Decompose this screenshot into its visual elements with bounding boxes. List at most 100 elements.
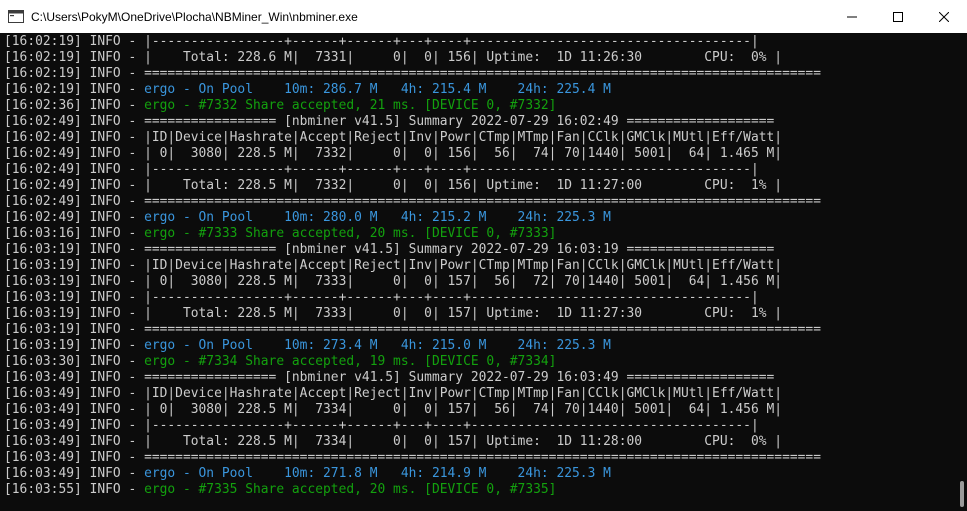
log-message: ========================================… [144, 450, 821, 465]
log-prefix: [16:03:55] INFO - [4, 482, 145, 497]
log-message: ergo - #7334 Share accepted, 19 ms. [DEV… [144, 354, 557, 369]
log-prefix: [16:03:49] INFO - [4, 466, 145, 481]
log-prefix: [16:02:49] INFO - [4, 194, 145, 209]
console-line: [16:03:49] INFO - |ID|Device|Hashrate|Ac… [4, 386, 954, 402]
console-window-icon [8, 10, 24, 23]
log-message: |-----------------+------+------+---+---… [144, 418, 759, 433]
window-title: C:\Users\PokyM\OneDrive\Plocha\NBMiner_W… [31, 9, 358, 24]
log-message: | 0| 3080| 228.5 M| 7334| 0| 0| 157| 56|… [144, 402, 783, 417]
log-message: ergo - On Pool 10m: 273.4 M 4h: 215.0 M … [144, 338, 611, 353]
log-prefix: [16:03:49] INFO - [4, 418, 145, 433]
log-message: |ID|Device|Hashrate|Accept|Reject|Inv|Po… [144, 258, 783, 273]
log-message: | Total: 228.6 M| 7331| 0| 0| 156| Uptim… [144, 50, 783, 65]
log-message: ========================================… [144, 322, 821, 337]
log-prefix: [16:02:36] INFO - [4, 98, 145, 113]
log-prefix: [16:02:19] INFO - [4, 34, 145, 49]
log-prefix: [16:03:30] INFO - [4, 354, 145, 369]
log-message: |-----------------+------+------+---+---… [144, 34, 759, 49]
log-prefix: [16:03:19] INFO - [4, 258, 145, 273]
log-prefix: [16:02:49] INFO - [4, 178, 145, 193]
log-message: ergo - On Pool 10m: 271.8 M 4h: 214.9 M … [144, 466, 611, 481]
console-line: [16:02:19] INFO - ======================… [4, 66, 954, 82]
log-message: | 0| 3080| 228.5 M| 7333| 0| 0| 157| 56|… [144, 274, 783, 289]
log-prefix: [16:03:49] INFO - [4, 450, 145, 465]
log-prefix: [16:03:16] INFO - [4, 226, 145, 241]
log-message: |-----------------+------+------+---+---… [144, 290, 759, 305]
console-line: [16:03:19] INFO - | 0| 3080| 228.5 M| 73… [4, 274, 954, 290]
log-message: |-----------------+------+------+---+---… [144, 162, 759, 177]
console-line: [16:02:49] INFO - ================= [nbm… [4, 114, 954, 130]
log-prefix: [16:02:49] INFO - [4, 162, 145, 177]
console-line: [16:03:49] INFO - | 0| 3080| 228.5 M| 73… [4, 402, 954, 418]
close-icon [939, 11, 949, 22]
console-line: [16:03:30] INFO - ergo - #7334 Share acc… [4, 354, 954, 370]
minimize-icon [847, 16, 857, 17]
log-prefix: [16:03:19] INFO - [4, 338, 145, 353]
log-message: ========================================… [144, 194, 821, 209]
console-line: [16:02:49] INFO - ergo - On Pool 10m: 28… [4, 210, 954, 226]
console-line: [16:02:36] INFO - ergo - #7332 Share acc… [4, 98, 954, 114]
vertical-scrollbar[interactable] [954, 33, 967, 511]
log-prefix: [16:03:19] INFO - [4, 290, 145, 305]
log-message: ergo - #7332 Share accepted, 21 ms. [DEV… [144, 98, 557, 113]
console-line: [16:02:49] INFO - |-----------------+---… [4, 162, 954, 178]
console-line: [16:02:19] INFO - | Total: 228.6 M| 7331… [4, 50, 954, 66]
log-prefix: [16:02:19] INFO - [4, 82, 145, 97]
console-line: [16:03:49] INFO - ================= [nbm… [4, 370, 954, 386]
window-controls [829, 0, 967, 33]
log-prefix: [16:03:49] INFO - [4, 434, 145, 449]
console-line: [16:03:49] INFO - ergo - On Pool 10m: 27… [4, 466, 954, 482]
log-message: ========================================… [144, 66, 821, 81]
console-line: [16:03:49] INFO - | Total: 228.5 M| 7334… [4, 434, 954, 450]
close-button[interactable] [921, 0, 967, 33]
console-line: [16:03:19] INFO - ================= [nbm… [4, 242, 954, 258]
log-prefix: [16:03:49] INFO - [4, 370, 145, 385]
log-prefix: [16:03:19] INFO - [4, 242, 145, 257]
console-line: [16:03:19] INFO - ergo - On Pool 10m: 27… [4, 338, 954, 354]
console-line: [16:03:16] INFO - ergo - #7333 Share acc… [4, 226, 954, 242]
log-prefix: [16:02:49] INFO - [4, 114, 145, 129]
console-line: [16:03:19] INFO - | Total: 228.5 M| 7333… [4, 306, 954, 322]
log-prefix: [16:02:49] INFO - [4, 146, 145, 161]
log-message: ================= [nbminer v41.5] Summar… [144, 242, 775, 257]
log-prefix: [16:03:19] INFO - [4, 306, 145, 321]
console-line: [16:03:19] INFO - ======================… [4, 322, 954, 338]
log-prefix: [16:02:19] INFO - [4, 50, 145, 65]
minimize-button[interactable] [829, 0, 875, 33]
log-message: ergo - On Pool 10m: 280.0 M 4h: 215.2 M … [144, 210, 611, 225]
console-output[interactable]: [16:02:19] INFO - |-----------------+---… [4, 34, 954, 511]
scrollbar-thumb[interactable] [960, 481, 964, 507]
log-message: | Total: 228.5 M| 7332| 0| 0| 156| Uptim… [144, 178, 783, 193]
log-prefix: [16:02:49] INFO - [4, 130, 145, 145]
console-line: [16:03:55] INFO - ergo - #7335 Share acc… [4, 482, 954, 498]
log-message: ergo - #7335 Share accepted, 20 ms. [DEV… [144, 482, 557, 497]
log-message: ================= [nbminer v41.5] Summar… [144, 114, 775, 129]
console-line: [16:03:19] INFO - |-----------------+---… [4, 290, 954, 306]
log-message: ergo - On Pool 10m: 286.7 M 4h: 215.4 M … [144, 82, 611, 97]
console-line: [16:02:49] INFO - ======================… [4, 194, 954, 210]
console-line: [16:02:19] INFO - |-----------------+---… [4, 34, 954, 50]
log-message: ergo - #7333 Share accepted, 20 ms. [DEV… [144, 226, 557, 241]
log-prefix: [16:02:19] INFO - [4, 66, 145, 81]
console-line: [16:03:19] INFO - |ID|Device|Hashrate|Ac… [4, 258, 954, 274]
title-bar[interactable]: C:\Users\PokyM\OneDrive\Plocha\NBMiner_W… [0, 0, 967, 33]
console-line: [16:02:49] INFO - |ID|Device|Hashrate|Ac… [4, 130, 954, 146]
log-prefix: [16:02:49] INFO - [4, 210, 145, 225]
console-line: [16:02:19] INFO - ergo - On Pool 10m: 28… [4, 82, 954, 98]
console-line: [16:03:49] INFO - |-----------------+---… [4, 418, 954, 434]
log-message: | Total: 228.5 M| 7334| 0| 0| 157| Uptim… [144, 434, 783, 449]
log-prefix: [16:03:49] INFO - [4, 386, 145, 401]
log-message: |ID|Device|Hashrate|Accept|Reject|Inv|Po… [144, 386, 783, 401]
log-message: |ID|Device|Hashrate|Accept|Reject|Inv|Po… [144, 130, 783, 145]
console-line: [16:02:49] INFO - | Total: 228.5 M| 7332… [4, 178, 954, 194]
log-message: | 0| 3080| 228.5 M| 7332| 0| 0| 156| 56|… [144, 146, 783, 161]
log-prefix: [16:03:49] INFO - [4, 402, 145, 417]
maximize-icon [893, 11, 903, 22]
log-prefix: [16:03:19] INFO - [4, 322, 145, 337]
log-prefix: [16:03:19] INFO - [4, 274, 145, 289]
log-message: | Total: 228.5 M| 7333| 0| 0| 157| Uptim… [144, 306, 783, 321]
console-line: [16:03:49] INFO - ======================… [4, 450, 954, 466]
maximize-button[interactable] [875, 0, 921, 33]
console-window: C:\Users\PokyM\OneDrive\Plocha\NBMiner_W… [0, 0, 967, 511]
console-line: [16:02:49] INFO - | 0| 3080| 228.5 M| 73… [4, 146, 954, 162]
